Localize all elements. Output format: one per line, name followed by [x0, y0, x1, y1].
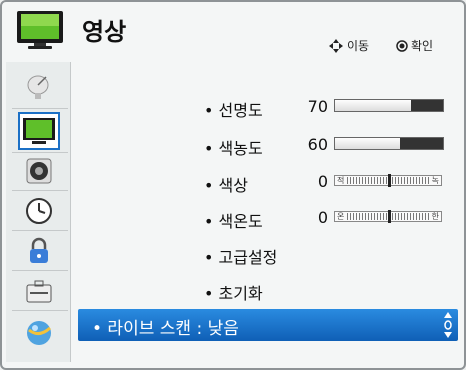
- ok-button-icon: [396, 39, 408, 52]
- tv-picture-icon: [23, 118, 55, 144]
- live-scan-label: • 라이브 스캔 : 낮음: [92, 319, 239, 339]
- color-temp-balance-bar[interactable]: 온 한: [334, 210, 442, 223]
- lock-icon: [30, 237, 48, 263]
- sidebar-divider: [12, 108, 68, 109]
- sidebar-divider: [12, 230, 68, 231]
- sidebar-item-network[interactable]: [20, 316, 58, 350]
- color-temp-left-label: 온: [337, 212, 345, 221]
- sharpness-value: 70: [307, 97, 328, 116]
- menu-header: 영상 이동 확인: [2, 2, 464, 62]
- tint-marker: [388, 174, 391, 187]
- tint-balance-bar[interactable]: 적 녹: [334, 174, 442, 187]
- globe-icon: [27, 321, 52, 345]
- sharpness-bar-fill: [335, 100, 411, 111]
- sidebar-item-lock[interactable]: [20, 234, 58, 268]
- menu-item-reset[interactable]: • 초기화: [204, 280, 263, 304]
- sidebar-item-picture[interactable]: [18, 112, 60, 150]
- satellite-dish-icon: [27, 75, 49, 99]
- toolbox-icon: [26, 280, 52, 303]
- sidebar-item-channel[interactable]: [20, 70, 58, 104]
- sidebar-divider: [12, 190, 68, 191]
- hint-move: 이동: [328, 37, 369, 54]
- menu-item-color-temp[interactable]: • 색온도: [204, 208, 263, 232]
- hint-confirm-label: 확인: [411, 39, 434, 53]
- color-temp-value: 0: [317, 208, 328, 227]
- tint-value: 0: [317, 172, 328, 191]
- tint-right-label: 녹: [431, 176, 439, 185]
- color-temp-right-label: 한: [431, 212, 439, 221]
- sidebar-item-setup[interactable]: [20, 274, 58, 308]
- menu-item-sharpness[interactable]: • 선명도: [204, 97, 263, 121]
- color-value: 60: [307, 135, 328, 154]
- dpad-arrows-icon: [329, 38, 343, 53]
- speaker-icon: [26, 158, 52, 184]
- sidebar-divider: [12, 270, 68, 271]
- tv-picture-icon: [17, 11, 63, 49]
- sidebar-divider: [12, 152, 68, 153]
- sidebar-item-sound[interactable]: [20, 154, 58, 188]
- menu-item-color[interactable]: • 색농도: [204, 135, 263, 159]
- tint-ticks: [347, 174, 429, 187]
- hint-move-label: 이동: [347, 39, 370, 53]
- page-title: 영상: [82, 18, 127, 46]
- hint-confirm: 확인: [396, 37, 433, 54]
- color-bar[interactable]: [334, 137, 444, 150]
- sidebar-divider: [12, 310, 68, 311]
- clock-icon: [26, 198, 52, 224]
- color-temp-ticks: [347, 210, 429, 223]
- tint-left-label: 적: [337, 176, 345, 185]
- menu-item-advanced[interactable]: • 고급설정: [204, 244, 277, 268]
- up-down-arrow-icon[interactable]: [442, 311, 454, 339]
- menu-item-live-scan[interactable]: • 라이브 스캔 : 낮음: [78, 309, 458, 341]
- color-temp-marker: [388, 210, 391, 223]
- color-bar-fill: [335, 138, 400, 149]
- sidebar-item-time[interactable]: [20, 194, 58, 228]
- menu-item-tint[interactable]: • 색상: [204, 172, 248, 196]
- sharpness-bar[interactable]: [334, 99, 444, 112]
- category-sidebar: [6, 62, 71, 362]
- osd-menu-frame: 영상 이동 확인 • 선명도 70 • 색농도 60 • 색상 0 적 녹 • …: [0, 0, 466, 370]
